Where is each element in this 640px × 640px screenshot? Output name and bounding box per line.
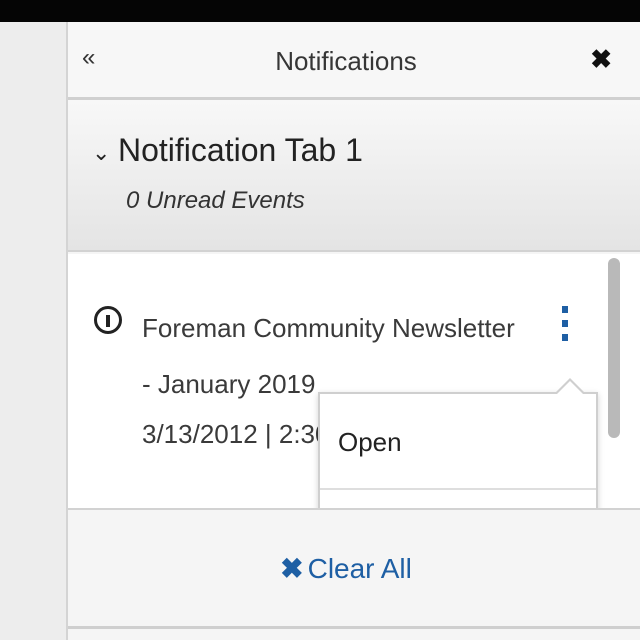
info-icon bbox=[94, 306, 122, 334]
clear-all-label: Clear All bbox=[307, 553, 412, 584]
drawer-footer: ✖ Clear All bbox=[68, 508, 640, 626]
dropdown-caret bbox=[554, 378, 586, 395]
divider bbox=[68, 626, 640, 629]
top-bar bbox=[0, 0, 640, 22]
tab-title[interactable]: Notification Tab 1 bbox=[118, 130, 363, 170]
close-icon[interactable]: ✖ bbox=[590, 44, 612, 74]
notification-drawer: « Notifications ✖ ⌄ Notification Tab 1 0… bbox=[66, 22, 640, 640]
notification-tab-heading[interactable]: ⌄ Notification Tab 1 0 Unread Events bbox=[68, 100, 640, 252]
unread-count: 0 Unread Events bbox=[126, 187, 305, 214]
close-icon: ✖ bbox=[280, 553, 304, 584]
dropdown-item-open[interactable]: Open bbox=[320, 422, 596, 462]
chevron-down-icon[interactable]: ⌄ bbox=[92, 140, 110, 166]
kebab-vertical-icon[interactable] bbox=[558, 304, 572, 344]
drawer-header: « Notifications ✖ bbox=[68, 22, 640, 100]
scrollbar[interactable] bbox=[608, 258, 620, 438]
notification-actions-dropdown: Open bbox=[318, 378, 598, 522]
notification-date: 3/13/2012 | 2:30:32 PM bbox=[142, 419, 322, 449]
drawer-title: Notifications bbox=[275, 46, 417, 76]
notification-list: Foreman Community Newsletter - January 2… bbox=[68, 254, 640, 522]
clear-all-button[interactable]: ✖ Clear All bbox=[68, 550, 624, 588]
dropdown-divider bbox=[320, 488, 596, 490]
